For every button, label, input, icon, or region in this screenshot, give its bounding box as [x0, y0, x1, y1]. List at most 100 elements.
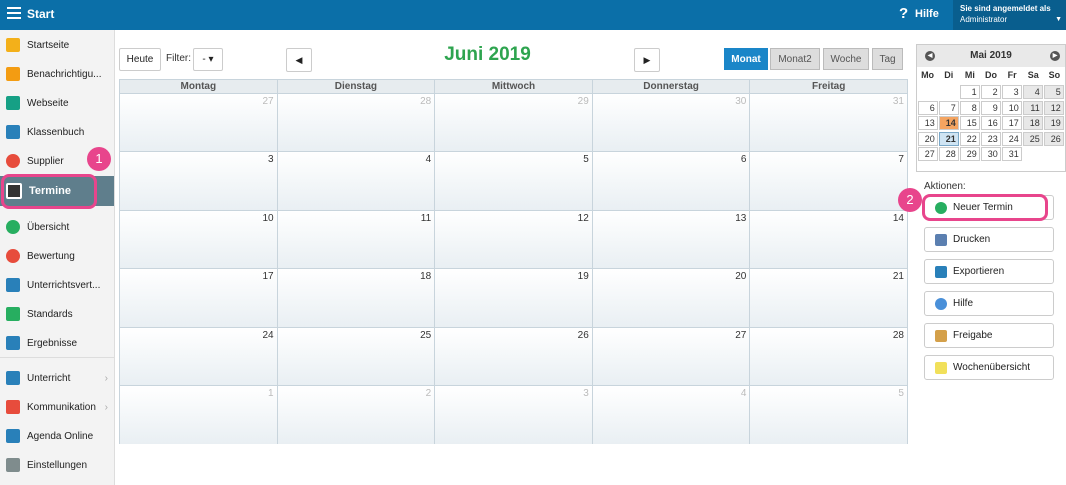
- calendar-day-cell[interactable]: 20: [592, 269, 751, 327]
- mini-day-cell[interactable]: 25: [1023, 131, 1043, 146]
- mini-day-cell[interactable]: 5: [1044, 85, 1064, 99]
- calendar-day-cell[interactable]: 24: [120, 327, 278, 385]
- mini-day-cell[interactable]: 21: [939, 131, 959, 146]
- mini-day-cell[interactable]: 26: [1044, 131, 1064, 146]
- sidebar-item-12[interactable]: Kommunikation ›: [0, 393, 114, 421]
- action-button-3[interactable]: Hilfe: [924, 291, 1054, 316]
- sidebar-item-8[interactable]: Unterrichtsvert...: [0, 271, 114, 299]
- calendar-day-cell[interactable]: 7: [750, 152, 907, 210]
- mini-day-cell[interactable]: 7: [939, 100, 959, 115]
- calendar-day-cell[interactable]: 17: [120, 269, 278, 327]
- mini-day-cell[interactable]: 22: [960, 131, 980, 146]
- calendar-day-cell[interactable]: 30: [592, 94, 751, 152]
- calendar-day-cell[interactable]: 19: [435, 269, 593, 327]
- calendar-day-cell[interactable]: 26: [435, 327, 593, 385]
- filter-select[interactable]: - ▾: [193, 48, 223, 71]
- mini-day-cell[interactable]: 8: [960, 100, 980, 115]
- calendar-day-cell[interactable]: 28: [277, 94, 436, 152]
- calendar-day-cell[interactable]: 31: [750, 94, 907, 152]
- mini-day-cell[interactable]: 27: [918, 147, 938, 161]
- sidebar-item-6[interactable]: Übersicht: [0, 213, 114, 241]
- calendar-day-cell[interactable]: 5: [435, 152, 593, 210]
- sidebar-item-9[interactable]: Standards: [0, 300, 114, 328]
- mini-day-cell[interactable]: 13: [918, 116, 938, 130]
- mini-day-cell[interactable]: 29: [960, 147, 980, 161]
- mini-prev-icon[interactable]: ◀: [925, 51, 935, 61]
- mini-day-cell[interactable]: 9: [981, 100, 1001, 115]
- calendar-day-cell[interactable]: 27: [120, 94, 278, 152]
- mini-day-cell[interactable]: 16: [981, 116, 1001, 130]
- grade-icon: [6, 249, 20, 263]
- mini-day-cell[interactable]: 10: [1002, 100, 1022, 115]
- prev-month-button[interactable]: ◀: [286, 48, 312, 72]
- calendar-day-cell[interactable]: 4: [277, 152, 436, 210]
- calendar-day-cell[interactable]: 21: [750, 269, 907, 327]
- sidebar-item-3[interactable]: Klassenbuch: [0, 118, 114, 146]
- calendar-day-cell[interactable]: 14: [750, 210, 907, 269]
- sidebar-item-11[interactable]: Unterricht ›: [0, 364, 114, 392]
- today-button[interactable]: Heute: [119, 48, 161, 71]
- sidebar-item-14[interactable]: Einstellungen: [0, 451, 114, 479]
- calendar-day-cell[interactable]: 12: [435, 210, 593, 269]
- action-button-5[interactable]: Wochenübersicht: [924, 355, 1054, 380]
- calendar-day-cell[interactable]: 4: [592, 385, 751, 445]
- calendar-day-cell[interactable]: 5: [750, 385, 907, 445]
- mini-weekday-label: Mo: [921, 70, 935, 80]
- top-bar: Start ? Hilfe Sie sind angemeldet als Ad…: [0, 0, 1066, 30]
- mini-day-cell[interactable]: 30: [981, 147, 1001, 161]
- calendar-day-cell[interactable]: 11: [277, 210, 436, 269]
- sidebar-item-0[interactable]: Startseite: [0, 31, 114, 59]
- calendar-day-cell[interactable]: 18: [277, 269, 436, 327]
- help-icon[interactable]: ?: [899, 5, 908, 22]
- mini-next-icon[interactable]: ▶: [1050, 51, 1060, 61]
- mini-day-cell[interactable]: 12: [1044, 100, 1064, 115]
- mini-day-cell[interactable]: 3: [1001, 85, 1022, 99]
- help-link[interactable]: Hilfe: [915, 8, 939, 20]
- mini-day-cell[interactable]: 1: [959, 85, 980, 99]
- view-tab-2[interactable]: Woche: [823, 48, 869, 70]
- menu-icon[interactable]: [7, 7, 21, 19]
- mini-day-cell[interactable]: 18: [1023, 116, 1043, 130]
- actions-label: Aktionen:: [924, 181, 966, 192]
- view-tab-0[interactable]: Monat: [724, 48, 768, 70]
- sidebar-item-2[interactable]: Webseite: [0, 89, 114, 117]
- mini-day-cell[interactable]: 28: [939, 147, 959, 161]
- calendar-day-cell[interactable]: 3: [120, 152, 278, 210]
- calendar-day-cell[interactable]: 1: [120, 385, 278, 445]
- view-tab-1[interactable]: Monat2: [770, 48, 820, 70]
- mini-day-cell[interactable]: 31: [1002, 147, 1022, 161]
- calendar-day-cell[interactable]: 28: [750, 327, 907, 385]
- mini-day-cell[interactable]: 2: [980, 85, 1001, 99]
- mini-day-cell[interactable]: 6: [918, 100, 938, 115]
- sidebar-item-7[interactable]: Bewertung: [0, 242, 114, 270]
- app-title[interactable]: Start: [27, 7, 54, 21]
- calendar-day-cell[interactable]: 2: [277, 385, 436, 445]
- calendar-day-cell[interactable]: 13: [592, 210, 751, 269]
- calendar-day-cell[interactable]: 27: [592, 327, 751, 385]
- view-tab-3[interactable]: Tag: [872, 48, 903, 70]
- mini-day-cell[interactable]: 19: [1044, 116, 1064, 130]
- user-menu[interactable]: Sie sind angemeldet als Administrator ▼: [953, 0, 1066, 30]
- mini-day-cell[interactable]: 24: [1002, 131, 1022, 146]
- calendar-day-cell[interactable]: 25: [277, 327, 436, 385]
- calendar-day-cell[interactable]: 10: [120, 210, 278, 269]
- chevron-right-icon: ›: [104, 372, 108, 384]
- action-button-1[interactable]: Drucken: [924, 227, 1054, 252]
- action-button-4[interactable]: Freigabe: [924, 323, 1054, 348]
- sidebar-item-10[interactable]: Ergebnisse: [0, 329, 114, 357]
- calendar-week-row: 17 18 19 20 21: [120, 269, 907, 328]
- mini-day-cell[interactable]: 11: [1023, 100, 1043, 115]
- mini-day-cell[interactable]: 17: [1002, 116, 1022, 130]
- sidebar-item-1[interactable]: Benachrichtigu...: [0, 60, 114, 88]
- mini-day-cell[interactable]: 4: [1022, 85, 1043, 99]
- action-button-2[interactable]: Exportieren: [924, 259, 1054, 284]
- mini-day-cell[interactable]: 20: [918, 131, 938, 146]
- next-month-button[interactable]: ▶: [634, 48, 660, 72]
- mini-day-cell[interactable]: 14: [939, 116, 959, 130]
- mini-day-cell[interactable]: 23: [981, 131, 1001, 146]
- sidebar-item-13[interactable]: Agenda Online: [0, 422, 114, 450]
- mini-day-cell[interactable]: 15: [960, 116, 980, 130]
- calendar-day-cell[interactable]: 3: [435, 385, 593, 445]
- calendar-day-cell[interactable]: 6: [592, 152, 751, 210]
- calendar-day-cell[interactable]: 29: [435, 94, 593, 152]
